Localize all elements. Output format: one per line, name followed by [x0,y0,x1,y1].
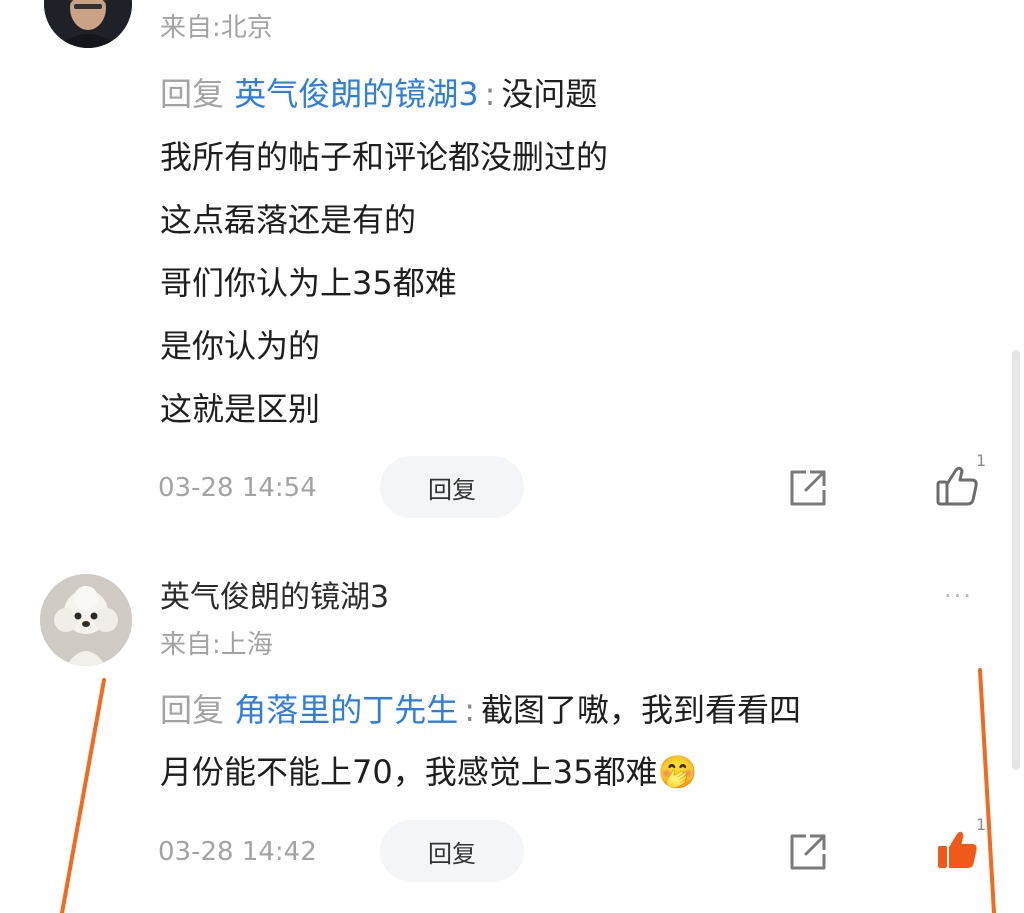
annotation-lines [60,668,996,913]
annotation-line-right [978,668,996,913]
annotation-line-left [60,678,106,913]
